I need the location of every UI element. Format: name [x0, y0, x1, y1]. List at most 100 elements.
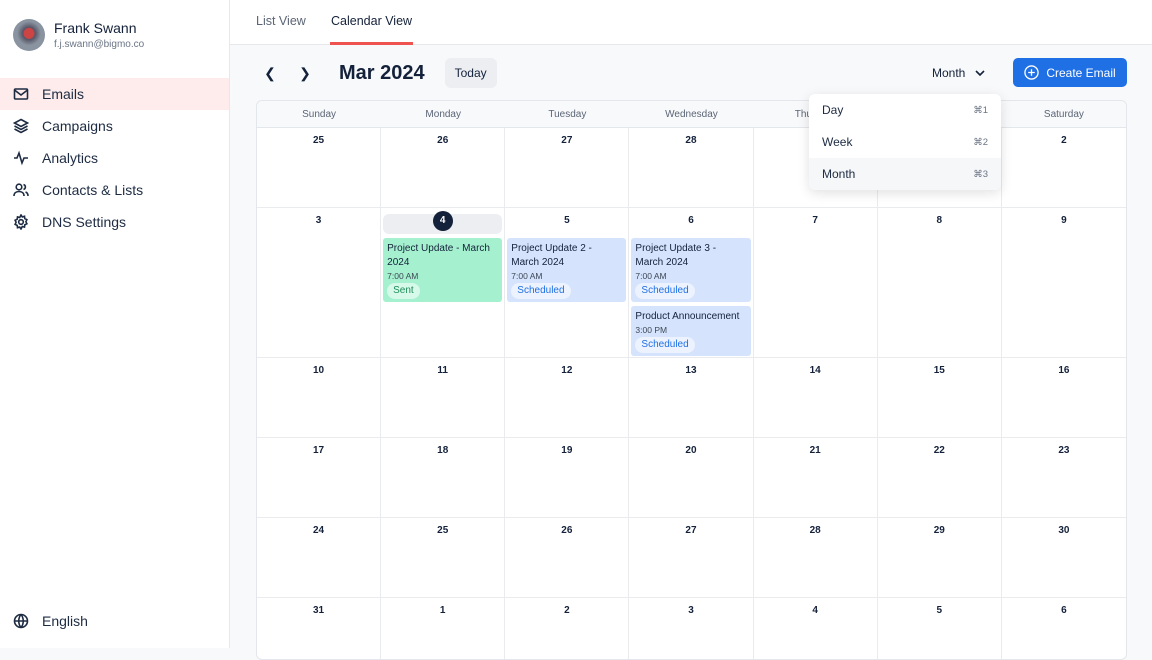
day-cell[interactable]: 4: [754, 598, 878, 659]
view-option-week[interactable]: Week ⌘2: [809, 126, 1001, 158]
day-cell[interactable]: 5: [878, 598, 1002, 659]
tab-calendar-view[interactable]: Calendar View: [330, 0, 414, 45]
day-cell[interactable]: 17: [257, 438, 382, 518]
day-number: 28: [809, 525, 821, 536]
next-month-button[interactable]: ❯: [293, 61, 317, 85]
day-cell[interactable]: 11: [381, 358, 506, 438]
day-cell[interactable]: 5 Project Update 2 - March 2024 7:00 AM Sch…: [505, 208, 630, 358]
event-title: Project Update - March 2024: [387, 243, 490, 268]
day-cell[interactable]: 28: [629, 128, 754, 208]
email-event[interactable]: Product Announcement 3:00 PM Scheduled: [631, 306, 751, 356]
sidebar-item-label: Analytics: [42, 150, 99, 166]
email-event[interactable]: Project Update 3 - March 2024 7:00 AM Sche…: [631, 238, 751, 302]
sidebar-item-contacts-lists[interactable]: Contacts & Lists: [0, 174, 229, 206]
today-button[interactable]: Today: [444, 58, 497, 88]
create-email-label: Create Email: [1046, 65, 1116, 80]
calendar-title: Mar 2024: [339, 61, 425, 84]
day-number: 4: [432, 211, 453, 231]
day-number: 14: [809, 365, 821, 376]
user-profile[interactable]: Frank Swann f.j.swann@bigmo.co: [13, 19, 144, 51]
view-dropdown-menu: Day ⌘1 Week ⌘2 Month ⌘3: [809, 94, 1001, 190]
day-cell[interactable]: 3: [629, 598, 754, 659]
day-cell[interactable]: 1: [381, 598, 506, 659]
day-cell[interactable]: 4 Project Update - March 2024 7:00 AM Sent: [381, 208, 506, 358]
sidebar-item-emails[interactable]: Emails: [0, 78, 229, 110]
option-label: Week: [822, 135, 853, 149]
day-cell[interactable]: 21: [753, 438, 878, 518]
day-cell[interactable]: 27: [629, 518, 754, 598]
sidebar-item-label: DNS Settings: [42, 214, 127, 230]
day-cell[interactable]: 24: [257, 518, 382, 598]
sidebar-item-campaigns[interactable]: Campaigns: [0, 110, 229, 142]
event-title: Product Announcement: [635, 311, 740, 322]
day-cell[interactable]: 13: [629, 358, 754, 438]
avatar: [13, 19, 45, 51]
event-time: 3:00 PM: [635, 325, 668, 335]
day-number: 1: [439, 605, 446, 616]
day-number: 6: [688, 215, 694, 226]
option-label: Month: [822, 167, 856, 181]
day-cell[interactable]: 10: [257, 358, 382, 438]
day-number: 24: [313, 525, 325, 536]
day-number: 29: [933, 525, 945, 536]
event-title: Project Update 2 - March 2024: [511, 243, 592, 268]
day-number: 5: [936, 605, 943, 616]
activity-icon: [14, 150, 28, 166]
view-select[interactable]: Month: [932, 58, 986, 88]
day-cell[interactable]: 6: [1002, 598, 1126, 659]
day-cell[interactable]: 12: [505, 358, 630, 438]
day-cell[interactable]: 3: [257, 208, 382, 358]
day-cell[interactable]: 8: [877, 208, 1002, 358]
layers-icon: [13, 118, 29, 134]
weekday-label: Saturday: [1043, 109, 1084, 120]
day-cell[interactable]: 7: [753, 208, 878, 358]
day-cell[interactable]: 19: [505, 438, 630, 518]
event-time: 7:00 AM: [511, 271, 543, 281]
day-cell[interactable]: 2: [505, 598, 630, 659]
prev-month-button[interactable]: ❮: [258, 61, 282, 85]
day-cell[interactable]: 18: [381, 438, 506, 518]
day-cell[interactable]: 9: [1001, 208, 1126, 358]
view-option-day[interactable]: Day ⌘1: [809, 94, 1001, 126]
day-cell[interactable]: 14: [753, 358, 878, 438]
day-cell[interactable]: 26: [381, 128, 506, 208]
day-cell[interactable]: 16: [1001, 358, 1126, 438]
day-cell[interactable]: 15: [877, 358, 1002, 438]
user-email: f.j.swann@bigmo.co: [54, 39, 145, 50]
day-number: 27: [561, 135, 573, 146]
day-cell[interactable]: 29: [877, 518, 1002, 598]
day-number: 7: [812, 215, 818, 226]
status-badge: Scheduled: [635, 337, 695, 353]
day-cell[interactable]: 22: [877, 438, 1002, 518]
day-cell[interactable]: 28: [753, 518, 878, 598]
status-badge: Scheduled: [635, 283, 695, 299]
tab-list-view[interactable]: List View: [256, 0, 306, 45]
sidebar-item-label: Campaigns: [42, 118, 113, 134]
day-number: 11: [437, 365, 448, 376]
event-time: 7:00 AM: [387, 271, 419, 281]
day-cell[interactable]: 2: [1001, 128, 1126, 208]
day-cell[interactable]: 27: [505, 128, 630, 208]
sidebar-item-dns-settings[interactable]: DNS Settings: [0, 206, 229, 238]
day-cell[interactable]: 31: [257, 598, 382, 659]
email-event[interactable]: Project Update - March 2024 7:00 AM Sent: [383, 238, 503, 302]
mail-icon: [13, 88, 29, 100]
view-option-month[interactable]: Month ⌘3: [809, 158, 1001, 190]
email-event[interactable]: Project Update 2 - March 2024 7:00 AM Sche…: [507, 238, 627, 302]
day-number: 4: [812, 605, 818, 616]
day-cell[interactable]: 26: [505, 518, 630, 598]
language-label: English: [42, 613, 88, 629]
language-selector[interactable]: English: [0, 605, 229, 637]
day-cell[interactable]: 25: [257, 128, 382, 208]
day-cell[interactable]: 6 Project Update 3 - March 2024 7:00 AM Sch…: [629, 208, 754, 358]
day-cell[interactable]: 30: [1001, 518, 1126, 598]
day-number: 17: [313, 445, 325, 456]
calendar-days: 25262728291234Project Update - March 202…: [257, 128, 1126, 659]
day-cell[interactable]: 25: [381, 518, 506, 598]
sidebar-item-analytics[interactable]: Analytics: [0, 142, 229, 174]
create-email-button[interactable]: Create Email: [1013, 58, 1127, 87]
weekday-label: Monday: [425, 109, 461, 120]
day-cell[interactable]: 23: [1001, 438, 1126, 518]
day-number: 6: [1061, 605, 1067, 616]
day-cell[interactable]: 20: [629, 438, 754, 518]
